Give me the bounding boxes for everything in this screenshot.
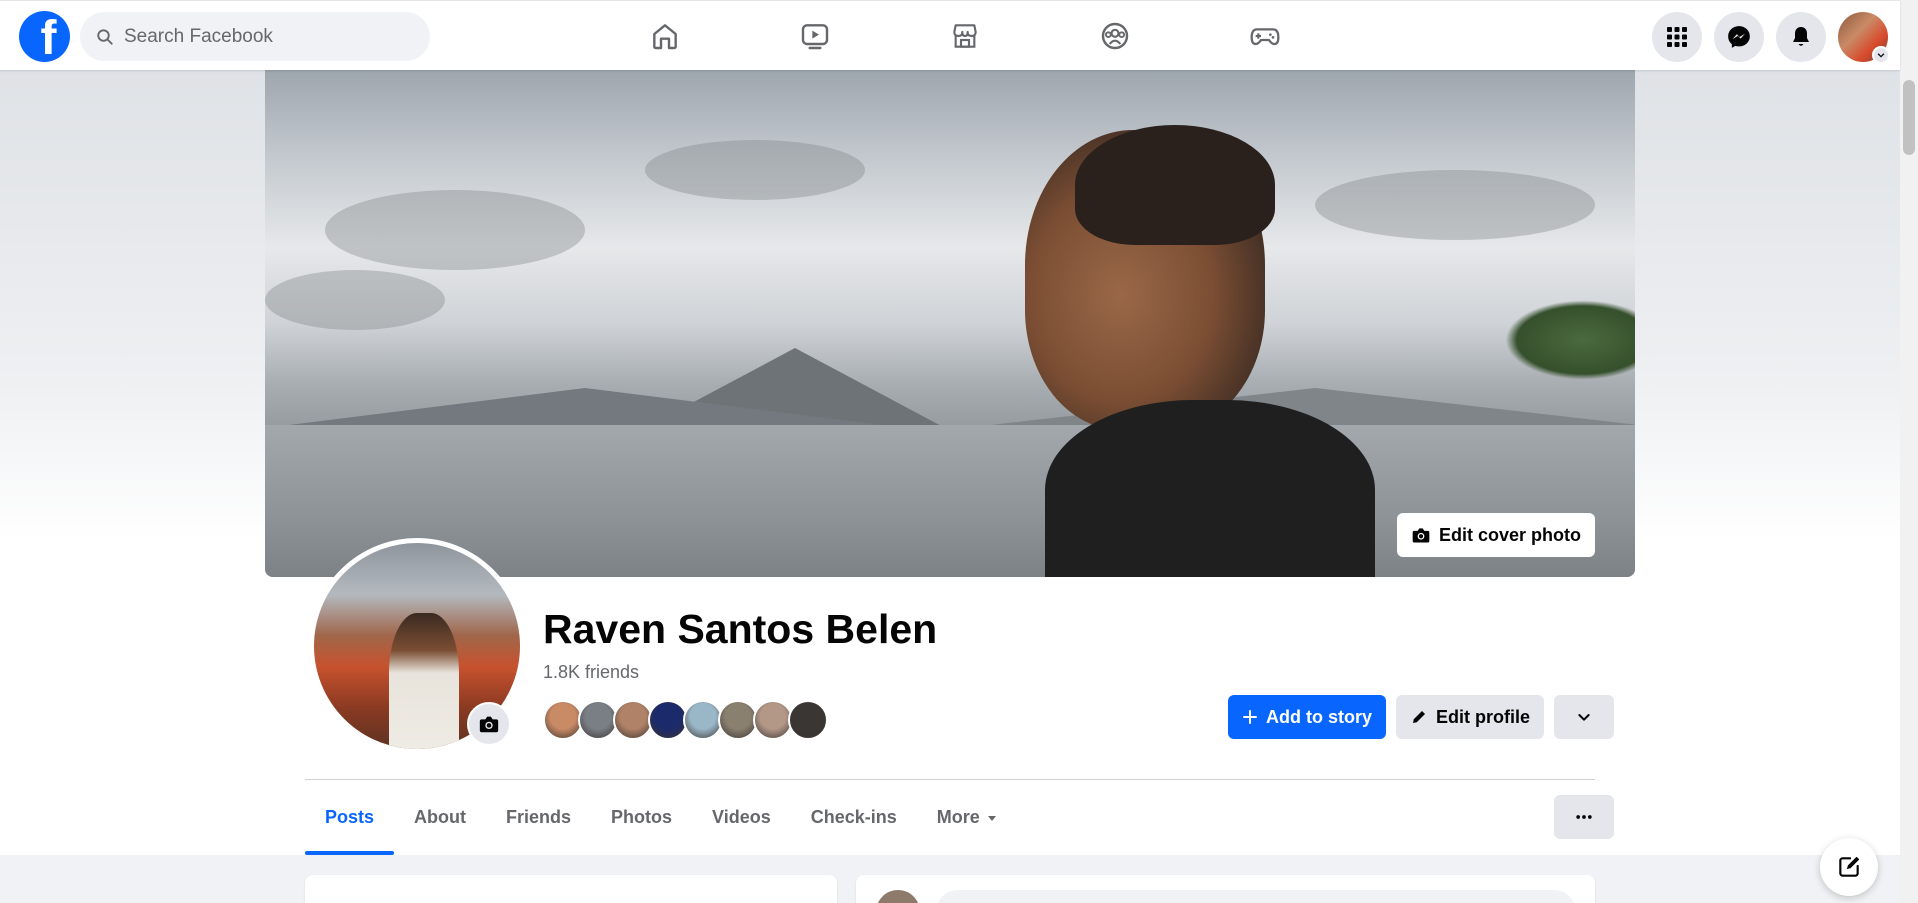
edit-cover-photo-button[interactable]: Edit cover photo <box>1396 513 1595 557</box>
top-navigation-bar: f <box>0 0 1900 70</box>
home-icon <box>653 24 677 50</box>
tab-friends[interactable]: Friends <box>486 780 591 855</box>
profile-picture-person <box>389 613 459 749</box>
tab-videos[interactable]: Videos <box>692 780 791 855</box>
tab-photos[interactable]: Photos <box>591 780 692 855</box>
friend-avatar[interactable] <box>613 700 653 740</box>
search-input[interactable] <box>124 25 384 48</box>
edit-profile-button[interactable]: Edit profile <box>1396 695 1544 739</box>
menu-grid-icon <box>1667 27 1687 47</box>
tab-label: Check-ins <box>810 807 897 827</box>
cover-cloud <box>265 270 445 330</box>
cover-photo[interactable]: Edit cover photo <box>265 70 1635 577</box>
friend-avatar[interactable] <box>683 700 723 740</box>
edit-cover-photo-label: Edit cover photo <box>1438 524 1581 545</box>
tab-posts[interactable]: Posts <box>305 780 395 855</box>
tab-label: Posts <box>325 807 375 827</box>
page-scrollbar[interactable] <box>1900 0 1918 903</box>
cover-cloud <box>645 140 865 200</box>
tab-label: Friends <box>506 807 572 827</box>
main-nav <box>590 1 1340 71</box>
tab-label: More <box>936 807 980 827</box>
new-message-button[interactable] <box>1820 838 1878 896</box>
ellipsis-icon <box>1576 815 1592 819</box>
cover-person-body <box>1045 400 1375 577</box>
cover-cloud <box>325 190 585 270</box>
friends-count[interactable]: 1.8K friends <box>543 662 639 683</box>
menu-button[interactable] <box>1652 12 1702 62</box>
profile-name: Raven Santos Belen <box>543 606 938 652</box>
update-profile-picture-button[interactable] <box>467 702 511 746</box>
account-controls <box>1652 12 1890 64</box>
messenger-icon <box>1728 26 1750 48</box>
account-chevron <box>1872 46 1890 64</box>
camera-icon <box>1412 528 1430 543</box>
friend-avatar[interactable] <box>753 700 793 740</box>
add-to-story-button[interactable]: Add to story <box>1228 695 1386 739</box>
tab-label: About <box>414 807 467 827</box>
notifications-button[interactable] <box>1776 12 1826 62</box>
groups-icon <box>1101 22 1129 50</box>
caret-down-icon <box>987 815 996 821</box>
cover-cloud <box>1315 170 1595 240</box>
more-options-button[interactable] <box>1554 795 1614 839</box>
friend-avatar[interactable] <box>578 700 618 740</box>
nav-marketplace[interactable] <box>890 1 1040 71</box>
nav-home[interactable] <box>590 1 740 71</box>
tab-about[interactable]: About <box>394 780 486 855</box>
friend-avatar[interactable] <box>543 700 583 740</box>
plus-icon <box>1243 710 1257 724</box>
gaming-icon <box>1250 28 1280 46</box>
watch-icon <box>801 24 829 50</box>
friend-avatars <box>543 700 828 740</box>
pencil-icon <box>1413 711 1425 723</box>
profile-tabs: Posts About Friends Photos Videos Check-… <box>305 780 1018 855</box>
create-post-input[interactable] <box>936 890 1576 903</box>
friend-avatar[interactable] <box>718 700 758 740</box>
cover-trees <box>1505 300 1635 380</box>
add-to-story-label: Add to story <box>1266 706 1372 727</box>
edit-profile-label: Edit profile <box>1436 706 1530 727</box>
search-icon <box>97 28 113 45</box>
facebook-logo-letter: f <box>40 12 57 63</box>
nav-groups[interactable] <box>1040 1 1190 71</box>
profile-options-dropdown[interactable] <box>1554 695 1614 739</box>
search-box[interactable] <box>80 12 430 61</box>
tab-more[interactable]: More <box>917 780 1018 855</box>
scrollbar-thumb[interactable] <box>1903 80 1915 155</box>
tab-label: Videos <box>712 807 771 827</box>
tab-check-ins[interactable]: Check-ins <box>791 780 917 855</box>
intro-card <box>305 875 837 903</box>
chevron-down-icon <box>1877 53 1885 58</box>
notifications-icon <box>1793 27 1809 46</box>
facebook-logo[interactable]: f <box>19 11 70 62</box>
cover-mountain-range <box>265 388 905 428</box>
avatar <box>876 890 920 903</box>
account-avatar[interactable] <box>1838 12 1890 64</box>
camera-icon <box>479 716 499 733</box>
messenger-button[interactable] <box>1714 12 1764 62</box>
chevron-down-icon <box>1578 714 1590 721</box>
profile-actions: Add to story Edit profile <box>1228 695 1614 739</box>
friend-avatar[interactable] <box>788 700 828 740</box>
friend-avatar[interactable] <box>648 700 688 740</box>
nav-gaming[interactable] <box>1190 1 1340 71</box>
tab-label: Photos <box>611 807 673 827</box>
nav-watch[interactable] <box>740 1 890 71</box>
marketplace-icon <box>953 24 977 48</box>
compose-icon <box>1839 856 1860 877</box>
cover-person-hair <box>1075 125 1275 245</box>
create-post-card <box>856 875 1595 903</box>
